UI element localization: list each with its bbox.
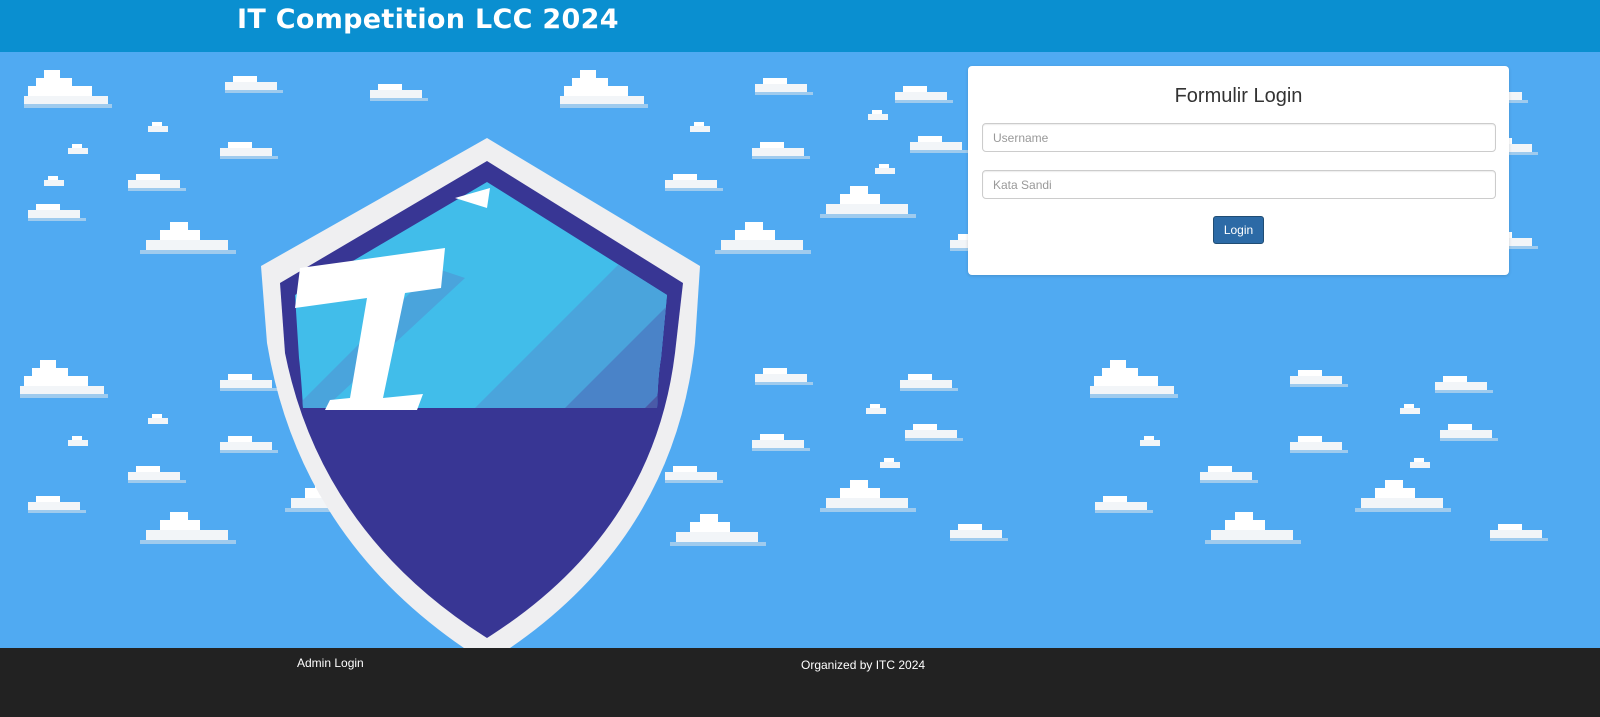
login-form-title: Formulir Login [1174, 85, 1303, 107]
login-card: Formulir Login Login [968, 66, 1509, 275]
top-header: IT Competition LCC 2024 [0, 0, 1600, 52]
admin-login-link[interactable]: Admin Login [297, 656, 364, 670]
shield-logo-icon [261, 138, 700, 648]
password-input[interactable] [982, 170, 1496, 199]
site-title: IT Competition LCC 2024 [237, 4, 619, 35]
username-input[interactable] [982, 123, 1496, 152]
footer-credit: Organized by ITC 2024 [801, 658, 926, 672]
footer: Admin Login Organized by ITC 2024 [0, 648, 1600, 717]
login-button[interactable]: Login [1213, 216, 1264, 244]
